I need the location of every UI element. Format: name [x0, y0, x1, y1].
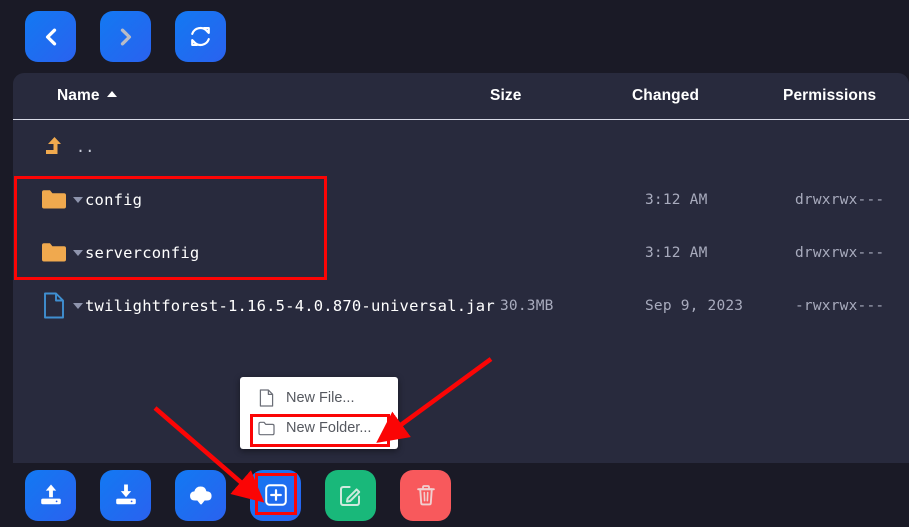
file-name: config [85, 190, 143, 209]
navigation-toolbar [0, 0, 909, 73]
menu-item-new-folder-label: New Folder... [286, 420, 372, 436]
chevron-down-icon[interactable] [73, 249, 83, 256]
file-table-header: Name Size Changed Permissions [13, 73, 909, 120]
file-list-panel: Name Size Changed Permissions .. config … [13, 73, 909, 463]
chevron-left-icon [45, 28, 56, 45]
download-icon [115, 484, 136, 505]
file-icon [257, 389, 276, 408]
file-name: twilightforest-1.16.5-4.0.870-universal.… [85, 296, 495, 315]
file-permissions: -rwxrwx--- [795, 297, 885, 314]
forward-button[interactable] [100, 11, 151, 62]
file-changed: Sep 9, 2023 [645, 297, 744, 314]
folder-outline-icon [257, 419, 276, 438]
file-changed: 3:12 AM [645, 191, 708, 208]
table-row[interactable]: serverconfig 3:12 AM drwxrwx--- [13, 226, 909, 279]
trash-icon [416, 485, 435, 506]
edit-button[interactable] [325, 469, 376, 521]
back-button[interactable] [25, 11, 76, 62]
file-name: serverconfig [85, 243, 200, 262]
file-permissions: drwxrwx--- [795, 191, 885, 208]
file-icon [40, 292, 68, 319]
chevron-down-icon[interactable] [73, 302, 83, 309]
chevron-down-icon[interactable] [73, 196, 83, 203]
column-header-name-label: Name [57, 87, 100, 104]
cloud-download-icon [189, 486, 212, 505]
new-item-context-menu: New File... New Folder... [240, 377, 398, 449]
file-table-body: .. config 3:12 AM drwxrwx--- serverconfi… [13, 120, 909, 332]
refresh-button[interactable] [175, 11, 226, 62]
file-size: 30.3MB [500, 297, 554, 314]
new-button[interactable] [250, 469, 301, 521]
file-permissions: drwxrwx--- [795, 244, 885, 261]
column-header-permissions[interactable]: Permissions [783, 87, 876, 105]
menu-item-new-file[interactable]: New File... [240, 383, 398, 413]
sort-ascending-icon [106, 91, 117, 97]
table-row[interactable]: twilightforest-1.16.5-4.0.870-universal.… [13, 279, 909, 332]
column-header-name[interactable]: Name [57, 87, 117, 105]
plus-square-icon [264, 484, 287, 506]
table-row[interactable]: config 3:12 AM drwxrwx--- [13, 173, 909, 226]
column-header-changed[interactable]: Changed [632, 87, 699, 105]
level-up-icon [40, 134, 68, 160]
cloud-download-button[interactable] [175, 469, 226, 521]
download-button[interactable] [100, 469, 151, 521]
file-changed: 3:12 AM [645, 244, 708, 261]
file-name: .. [76, 137, 95, 156]
file-manager-window: Name Size Changed Permissions .. config … [0, 0, 909, 527]
delete-button[interactable] [400, 469, 451, 521]
menu-item-new-file-label: New File... [286, 390, 355, 406]
menu-item-new-folder[interactable]: New Folder... [240, 413, 398, 443]
table-row[interactable]: .. [13, 120, 909, 173]
upload-button[interactable] [25, 469, 76, 521]
column-header-size[interactable]: Size [490, 87, 521, 105]
refresh-icon [191, 26, 210, 47]
chevron-right-icon [120, 28, 131, 45]
edit-square-icon [340, 485, 361, 506]
folder-icon [40, 187, 68, 213]
upload-icon [40, 484, 61, 505]
action-toolbar [0, 463, 909, 527]
folder-icon [40, 240, 68, 266]
